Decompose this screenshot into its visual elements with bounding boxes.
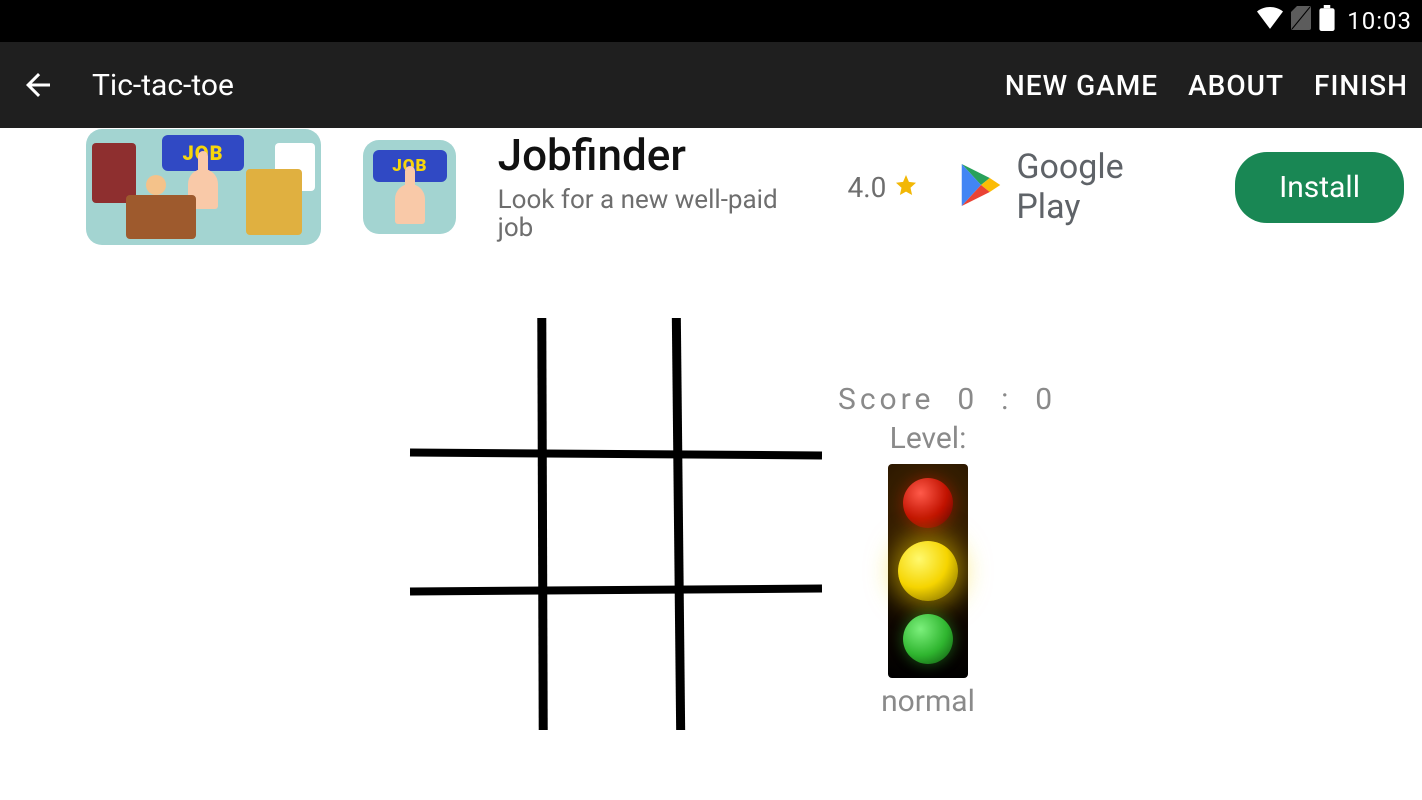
- battery-icon: [1319, 5, 1335, 37]
- score-cpu: 0: [1035, 382, 1056, 417]
- level-label: Level:: [838, 421, 1018, 456]
- ad-banner[interactable]: JOB JOB Jobfinder Look for a new well-pa…: [0, 128, 1422, 246]
- google-play-icon: [960, 162, 1002, 212]
- cell-2-0[interactable]: [410, 594, 538, 722]
- pointer-hand-icon: [395, 184, 425, 224]
- cell-0-2[interactable]: [683, 318, 811, 446]
- arrow-back-icon: [20, 67, 56, 103]
- cell-0-0[interactable]: [410, 318, 538, 446]
- game-board: [410, 318, 822, 730]
- ad-rating-value: 4.0: [848, 171, 887, 204]
- app-actions: NEW GAME ABOUT FINISH: [1005, 69, 1408, 102]
- traffic-green-icon: [903, 614, 953, 664]
- wifi-icon: [1257, 7, 1283, 35]
- no-sim-icon: [1291, 6, 1311, 36]
- side-panel: Score 0 : 0 Level: normal: [838, 382, 1018, 719]
- cell-1-1[interactable]: [547, 458, 675, 586]
- ad-promo-image: JOB: [86, 129, 321, 245]
- score-separator: :: [1001, 382, 1012, 417]
- cell-2-1[interactable]: [547, 594, 675, 722]
- status-clock: 10:03: [1347, 7, 1412, 35]
- cell-1-0[interactable]: [410, 458, 538, 586]
- ad-text: Jobfinder Look for a new well-paid job: [498, 131, 816, 243]
- ad-app-icon: JOB: [363, 140, 456, 234]
- level-name: normal: [838, 684, 1018, 719]
- cell-2-2[interactable]: [683, 594, 811, 722]
- ad-title: Jobfinder: [498, 131, 816, 179]
- status-icons: 10:03: [1257, 5, 1412, 37]
- traffic-red-icon: [903, 478, 953, 528]
- ad-subtitle: Look for a new well-paid job: [498, 186, 816, 243]
- star-icon: [894, 171, 918, 204]
- app-title: Tic-tac-toe: [92, 68, 234, 103]
- ad-rating: 4.0: [848, 171, 919, 204]
- status-bar: 10:03: [0, 0, 1422, 42]
- cell-0-1[interactable]: [547, 318, 675, 446]
- back-button[interactable]: [14, 61, 62, 109]
- cell-1-2[interactable]: [683, 458, 811, 586]
- game-area: Score 0 : 0 Level: normal: [0, 280, 1422, 800]
- about-button[interactable]: ABOUT: [1188, 69, 1284, 102]
- score-player: 0: [957, 382, 978, 417]
- ad-store-label: Google Play: [1016, 147, 1193, 227]
- app-bar: Tic-tac-toe NEW GAME ABOUT FINISH: [0, 42, 1422, 128]
- ad-store: Google Play: [960, 147, 1193, 227]
- install-button[interactable]: Install: [1235, 152, 1404, 223]
- traffic-yellow-icon: [898, 541, 958, 601]
- score-line: Score 0 : 0: [838, 382, 1018, 417]
- new-game-button[interactable]: NEW GAME: [1005, 69, 1158, 102]
- level-indicator[interactable]: [888, 464, 968, 678]
- finish-button[interactable]: FINISH: [1314, 69, 1408, 102]
- score-label: Score: [838, 382, 934, 417]
